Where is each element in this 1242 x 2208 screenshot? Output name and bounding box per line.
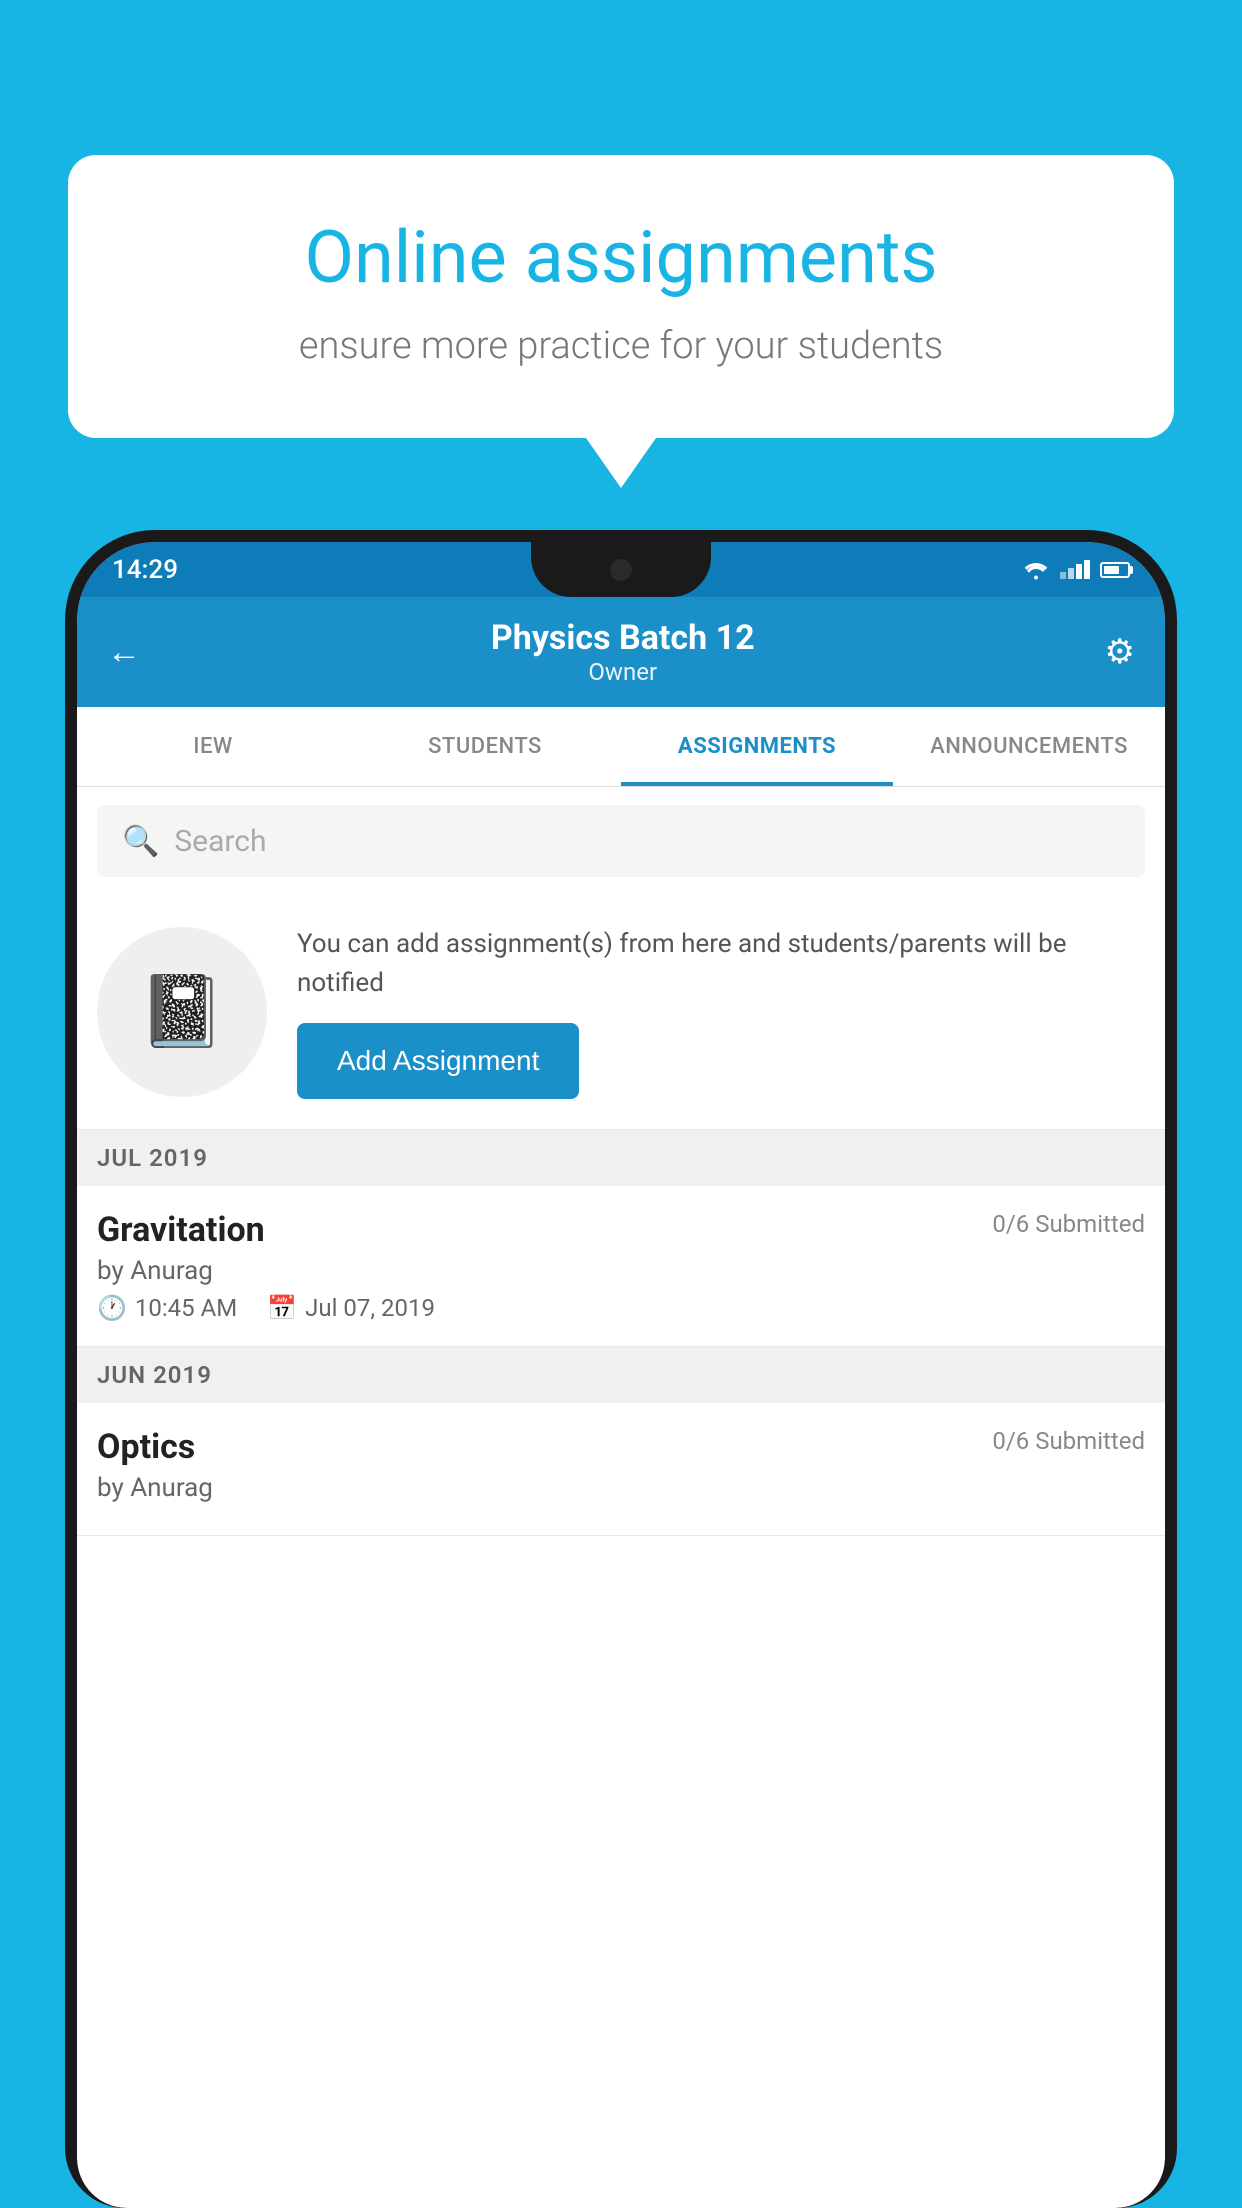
assignment-item-gravitation[interactable]: Gravitation 0/6 Submitted by Anurag 🕐 10… bbox=[77, 1186, 1165, 1347]
add-assignment-section: 📓 You can add assignment(s) from here an… bbox=[77, 895, 1165, 1130]
assignment-submitted: 0/6 Submitted bbox=[992, 1210, 1145, 1238]
speech-bubble-subtitle: ensure more practice for your students bbox=[138, 324, 1104, 368]
tab-assignments[interactable]: ASSIGNMENTS bbox=[621, 707, 893, 786]
assignment-submitted-optics: 0/6 Submitted bbox=[992, 1427, 1145, 1455]
phone-inner: 14:29 bbox=[77, 542, 1165, 2208]
batch-name: Physics Batch 12 bbox=[491, 618, 755, 658]
assignment-row-top: Gravitation 0/6 Submitted bbox=[97, 1210, 1145, 1250]
add-assignment-content: You can add assignment(s) from here and … bbox=[297, 925, 1145, 1099]
add-assignment-description: You can add assignment(s) from here and … bbox=[297, 925, 1145, 1003]
tab-iew[interactable]: IEW bbox=[77, 707, 349, 786]
clock-icon: 🕐 bbox=[97, 1294, 127, 1322]
assignment-icon-circle: 📓 bbox=[97, 927, 267, 1097]
calendar-icon: 📅 bbox=[267, 1294, 297, 1322]
phone-frame: 14:29 bbox=[65, 530, 1177, 2208]
assignment-author-optics: by Anurag bbox=[97, 1473, 1145, 1503]
tabs-bar: IEW STUDENTS ASSIGNMENTS ANNOUNCEMENTS bbox=[77, 707, 1165, 787]
assignment-date: 📅 Jul 07, 2019 bbox=[267, 1294, 435, 1322]
phone-notch bbox=[531, 542, 711, 597]
assignment-meta: 🕐 10:45 AM 📅 Jul 07, 2019 bbox=[97, 1294, 1145, 1322]
camera-dot bbox=[610, 559, 632, 581]
speech-bubble: Online assignments ensure more practice … bbox=[68, 155, 1174, 488]
assignment-item-optics[interactable]: Optics 0/6 Submitted by Anurag bbox=[77, 1403, 1165, 1536]
speech-bubble-box: Online assignments ensure more practice … bbox=[68, 155, 1174, 438]
tab-students[interactable]: STUDENTS bbox=[349, 707, 621, 786]
tab-announcements[interactable]: ANNOUNCEMENTS bbox=[893, 707, 1165, 786]
phone-screen: 14:29 bbox=[77, 542, 1165, 2208]
search-bar-wrapper: 🔍 Search bbox=[77, 787, 1165, 895]
settings-icon[interactable]: ⚙ bbox=[1105, 632, 1135, 672]
add-assignment-button[interactable]: Add Assignment bbox=[297, 1023, 579, 1099]
assignment-author: by Anurag bbox=[97, 1256, 1145, 1286]
speech-bubble-arrow bbox=[586, 438, 656, 488]
assignment-row-top-optics: Optics 0/6 Submitted bbox=[97, 1427, 1145, 1467]
search-placeholder: Search bbox=[174, 824, 266, 859]
wifi-icon bbox=[1022, 559, 1050, 581]
search-icon: 🔍 bbox=[122, 824, 159, 859]
section-header-jun: JUN 2019 bbox=[77, 1347, 1165, 1403]
assignment-name-optics: Optics bbox=[97, 1427, 195, 1467]
signal-bars-icon bbox=[1060, 560, 1090, 579]
notebook-icon: 📓 bbox=[138, 971, 225, 1053]
section-header-jul: JUL 2019 bbox=[77, 1130, 1165, 1186]
batch-role: Owner bbox=[491, 658, 755, 686]
status-time: 14:29 bbox=[112, 555, 178, 585]
search-bar[interactable]: 🔍 Search bbox=[97, 805, 1145, 877]
header-title-block: Physics Batch 12 Owner bbox=[491, 618, 755, 686]
assignment-time: 🕐 10:45 AM bbox=[97, 1294, 237, 1322]
back-button[interactable]: ← bbox=[107, 632, 141, 672]
assignment-name: Gravitation bbox=[97, 1210, 265, 1250]
speech-bubble-title: Online assignments bbox=[138, 215, 1104, 300]
app-header: ← Physics Batch 12 Owner ⚙ bbox=[77, 597, 1165, 707]
status-icons bbox=[1022, 559, 1130, 581]
battery-icon bbox=[1100, 562, 1130, 578]
